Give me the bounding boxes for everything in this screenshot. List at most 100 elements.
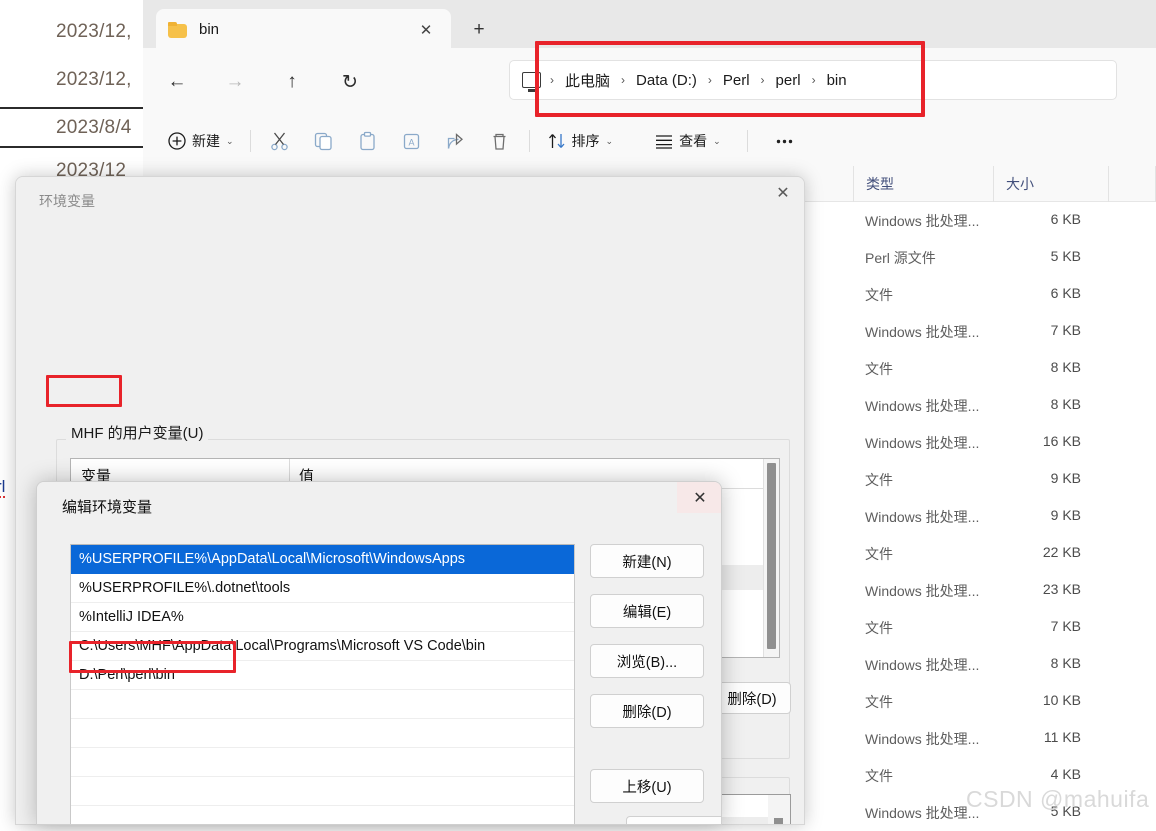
breadcrumb-perl[interactable]: perl — [772, 70, 805, 91]
list-item[interactable]: %USERPROFILE%\AppData\Local\Microsoft\Wi… — [71, 545, 574, 574]
tab-strip: bin ✕ + — [143, 0, 1156, 50]
chevron-down-icon: ⌄ — [713, 135, 721, 146]
close-icon[interactable]: ✕ — [677, 482, 721, 513]
list-item[interactable]: %USERPROFILE%\.dotnet\tools — [71, 574, 574, 603]
list-item[interactable] — [71, 719, 574, 748]
trash-icon — [493, 133, 506, 150]
divider — [0, 146, 143, 148]
cell-type: Windows 批处理... — [865, 657, 980, 673]
breadcrumb-separator: › — [760, 73, 765, 87]
list-item[interactable] — [71, 690, 574, 719]
column-header-size[interactable]: 大小 — [993, 166, 1108, 202]
arrow-left-icon[interactable]: ← — [159, 64, 195, 100]
tab-label: bin — [199, 21, 220, 38]
ellipsis-icon — [776, 139, 793, 143]
share-button[interactable] — [434, 124, 478, 158]
breadcrumb-separator: › — [621, 73, 626, 87]
refresh-icon[interactable]: ↻ — [332, 64, 368, 100]
new-button[interactable]: 新建(N) — [590, 544, 704, 578]
cell-type: Windows 批处理... — [865, 324, 980, 340]
cut-button[interactable] — [258, 124, 302, 158]
background-date: 2023/12, — [56, 69, 132, 90]
cell-size: 8 KB — [1050, 359, 1081, 375]
list-item[interactable] — [71, 777, 574, 806]
cell-size: 9 KB — [1050, 507, 1081, 523]
close-icon[interactable]: ✕ — [413, 17, 439, 43]
breadcrumb-separator: › — [550, 73, 554, 87]
divider — [0, 107, 143, 109]
copy-button[interactable] — [302, 124, 346, 158]
list-item[interactable] — [71, 806, 574, 824]
column-header-type[interactable]: 类型 — [853, 166, 993, 202]
list-item[interactable]: %IntelliJ IDEA% — [71, 603, 574, 632]
breadcrumb-bin[interactable]: bin — [823, 70, 851, 91]
tab-bin[interactable]: bin ✕ — [156, 9, 451, 50]
delete-button[interactable] — [478, 124, 522, 158]
cell-type: Windows 批处理... — [865, 435, 980, 451]
cell-size: 8 KB — [1050, 396, 1081, 412]
chevron-down-icon: ⌄ — [605, 135, 614, 146]
close-icon[interactable]: ✕ — [760, 177, 804, 209]
cell-size: 9 KB — [1050, 470, 1081, 486]
cell-type: 文件 — [865, 361, 893, 377]
paste-button[interactable] — [346, 124, 390, 158]
delete-button[interactable]: 删除(D) — [590, 694, 704, 728]
breadcrumb-perl-upper[interactable]: Perl — [719, 70, 754, 91]
cell-type: 文件 — [865, 287, 893, 303]
cell-size: 23 KB — [1042, 581, 1081, 597]
rename-icon: A — [403, 133, 420, 149]
move-down-button[interactable] — [626, 816, 721, 824]
cell-type: Windows 批处理... — [865, 509, 980, 525]
command-toolbar: 新建 ⌄ A 排序 ⌄ 查看 ⌄ — [143, 116, 1156, 166]
navigation-bar: ← → ↑ ↻ › 此电脑 › Data (D:) › Perl › perl … — [143, 48, 1156, 116]
rename-button[interactable]: A — [390, 124, 434, 158]
chevron-down-icon: ⌄ — [226, 135, 234, 146]
edit-button[interactable]: 编辑(E) — [590, 594, 704, 628]
cell-size: 16 KB — [1042, 433, 1081, 449]
scissors-icon — [271, 132, 288, 150]
view-button[interactable]: 查看 ⌄ — [644, 124, 730, 158]
list-item[interactable] — [71, 748, 574, 777]
divider — [528, 130, 530, 152]
address-bar[interactable]: › 此电脑 › Data (D:) › Perl › perl › bin — [509, 60, 1117, 100]
dialog-title-bar: 编辑环境变量 ✕ — [37, 482, 721, 526]
folder-icon — [168, 21, 187, 38]
scrollbar-vertical[interactable] — [763, 459, 779, 657]
breadcrumb-data-d[interactable]: Data (D:) — [632, 70, 701, 91]
plus-icon[interactable]: + — [465, 16, 493, 44]
breadcrumb-this-pc[interactable]: 此电脑 — [561, 68, 614, 93]
cell-type: 文件 — [865, 620, 893, 636]
list-item[interactable]: C:\Users\MHF\AppData\Local\Programs\Micr… — [71, 632, 574, 661]
cell-type: 文件 — [865, 768, 893, 784]
divider — [249, 130, 251, 152]
svg-text:A: A — [409, 137, 415, 147]
new-button[interactable]: 新建 ⌄ — [157, 124, 243, 158]
breadcrumb-separator: › — [707, 73, 712, 87]
more-button[interactable] — [763, 124, 807, 158]
arrow-right-icon: → — [225, 71, 245, 92]
breadcrumb-separator: › — [811, 73, 816, 87]
browse-button[interactable]: 浏览(B)... — [590, 644, 704, 678]
path-entries-list[interactable]: %USERPROFILE%\AppData\Local\Microsoft\Wi… — [70, 544, 575, 824]
list-lines-icon — [656, 135, 673, 149]
copy-icon — [314, 132, 332, 150]
scrollbar-vertical[interactable] — [768, 795, 790, 824]
background-date: 2023/8/4 — [56, 117, 132, 138]
move-up-button[interactable]: 上移(U) — [590, 769, 704, 803]
scrollbar-thumb[interactable] — [767, 463, 776, 649]
env-delete-button[interactable]: 删除(D) — [713, 682, 791, 714]
user-variables-group-label: MHF 的用户变量(U) — [66, 422, 209, 443]
cell-type: Windows 批处理... — [865, 213, 980, 229]
cell-size: 7 KB — [1050, 322, 1081, 338]
sort-button[interactable]: 排序 ⌄ — [537, 124, 623, 158]
cell-size: 6 KB — [1050, 285, 1081, 301]
cell-type: Windows 批处理... — [865, 583, 980, 599]
scrollbar-thumb[interactable] — [774, 818, 783, 824]
share-icon — [447, 132, 464, 149]
cell-size: 7 KB — [1050, 618, 1081, 634]
column-header-extra[interactable] — [1108, 166, 1156, 202]
paste-icon — [360, 131, 375, 150]
list-item[interactable]: D:\Perl\perl\bin — [71, 661, 574, 690]
cell-type: 文件 — [865, 472, 893, 488]
arrow-up-icon[interactable]: ↑ — [274, 64, 310, 100]
